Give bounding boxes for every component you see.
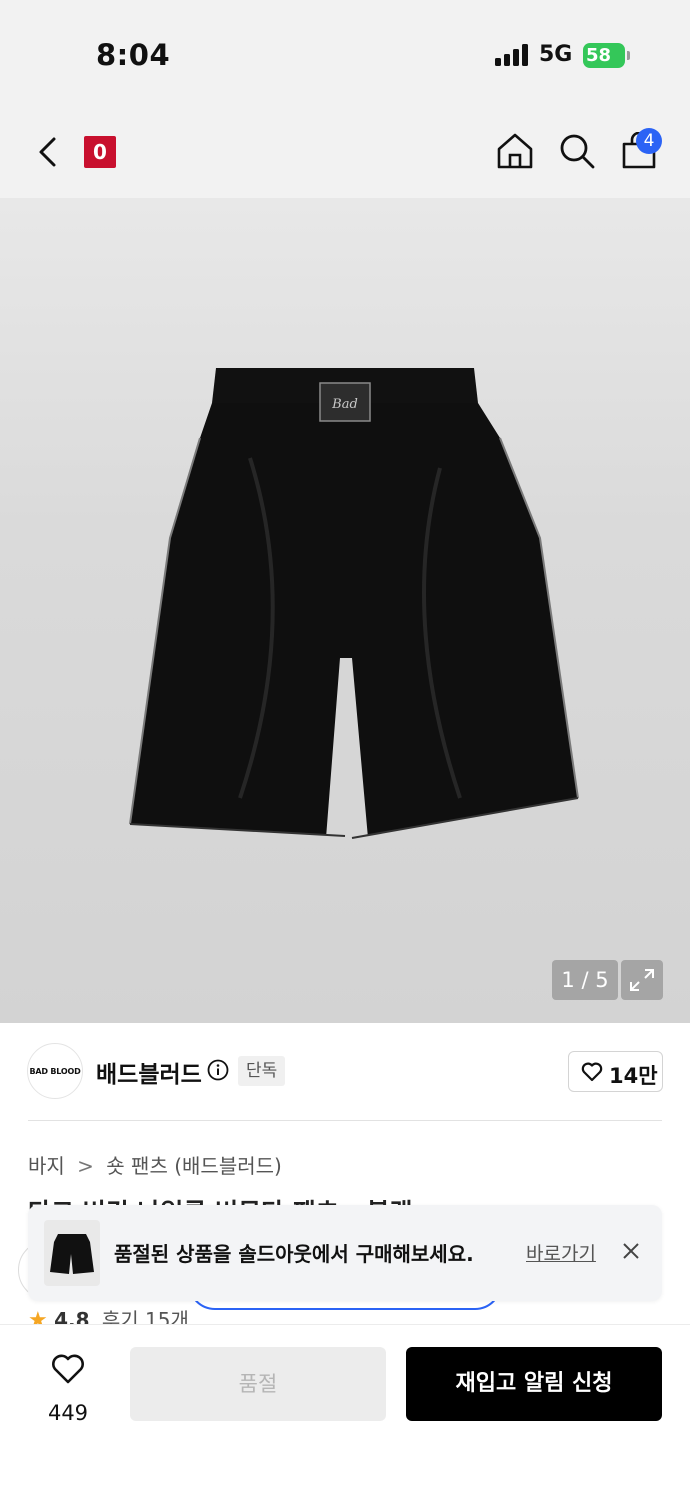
patch-logo-text: Bad [331,397,358,412]
divider [28,1120,662,1121]
home-icon[interactable] [496,132,534,170]
status-bar: 8:04 5G 58 [0,0,690,110]
brand-avatar[interactable]: BAD BLOOD [27,1043,83,1099]
cart-count-badge: 4 [636,128,662,154]
heart-icon [581,1062,603,1082]
expand-button[interactable] [621,960,663,1000]
wishlist-button[interactable]: 449 [28,1349,108,1439]
product-thumbnail [50,1234,94,1274]
brand-row: BAD BLOOD 배드블러드 단독 14만 [0,1023,690,1121]
close-icon[interactable] [622,1242,640,1260]
breadcrumb-item-pants[interactable]: 바지 [28,1154,65,1178]
product-photo: Bad [129,368,579,840]
battery-icon: 58 [583,43,625,68]
signal-icon [495,44,529,66]
brand-like-count: 14만 [609,1064,658,1088]
toast-product-thumbnail [44,1220,100,1286]
brand-name[interactable]: 배드블러드 [96,1055,202,1089]
app-header: 0 4 [0,110,690,198]
restock-alert-button[interactable]: 재입고 알림 신청 [406,1347,662,1421]
breadcrumb: 바지 > 숏 팬츠 (배드블러드) [28,1150,282,1179]
status-time: 8:04 [96,38,171,72]
brand-logo[interactable]: 0 [84,136,116,168]
image-counter: 1 / 5 [552,960,618,1000]
soldout-button[interactable]: 품절 [130,1347,386,1421]
search-icon[interactable] [558,132,596,170]
toast-message: 품절된 상품을 솔드아웃에서 구매해보세요. [114,1242,474,1266]
soldout-toast: 품절된 상품을 솔드아웃에서 구매해보세요. 바로가기 [28,1205,662,1301]
network-type: 5G [539,42,573,67]
wishlist-count: 449 [47,1401,89,1425]
brand-like-button[interactable]: 14만 [568,1051,663,1092]
battery-cap [627,51,630,60]
toast-go-link[interactable]: 바로가기 [526,1239,596,1266]
exclusive-tag: 단독 [238,1056,286,1086]
info-icon[interactable] [207,1059,229,1081]
breadcrumb-separator: > [77,1154,94,1178]
product-image-gallery[interactable]: Bad 1 / 5 [0,198,690,1023]
bottom-action-bar: 449 품절 재입고 알림 신청 [0,1324,690,1500]
heart-icon [52,1354,84,1384]
expand-icon [630,969,654,991]
breadcrumb-item-shorts[interactable]: 숏 팬츠 (배드블러드) [106,1154,282,1178]
chevron-left-icon[interactable] [36,136,60,168]
battery-level: 58 [586,45,612,66]
